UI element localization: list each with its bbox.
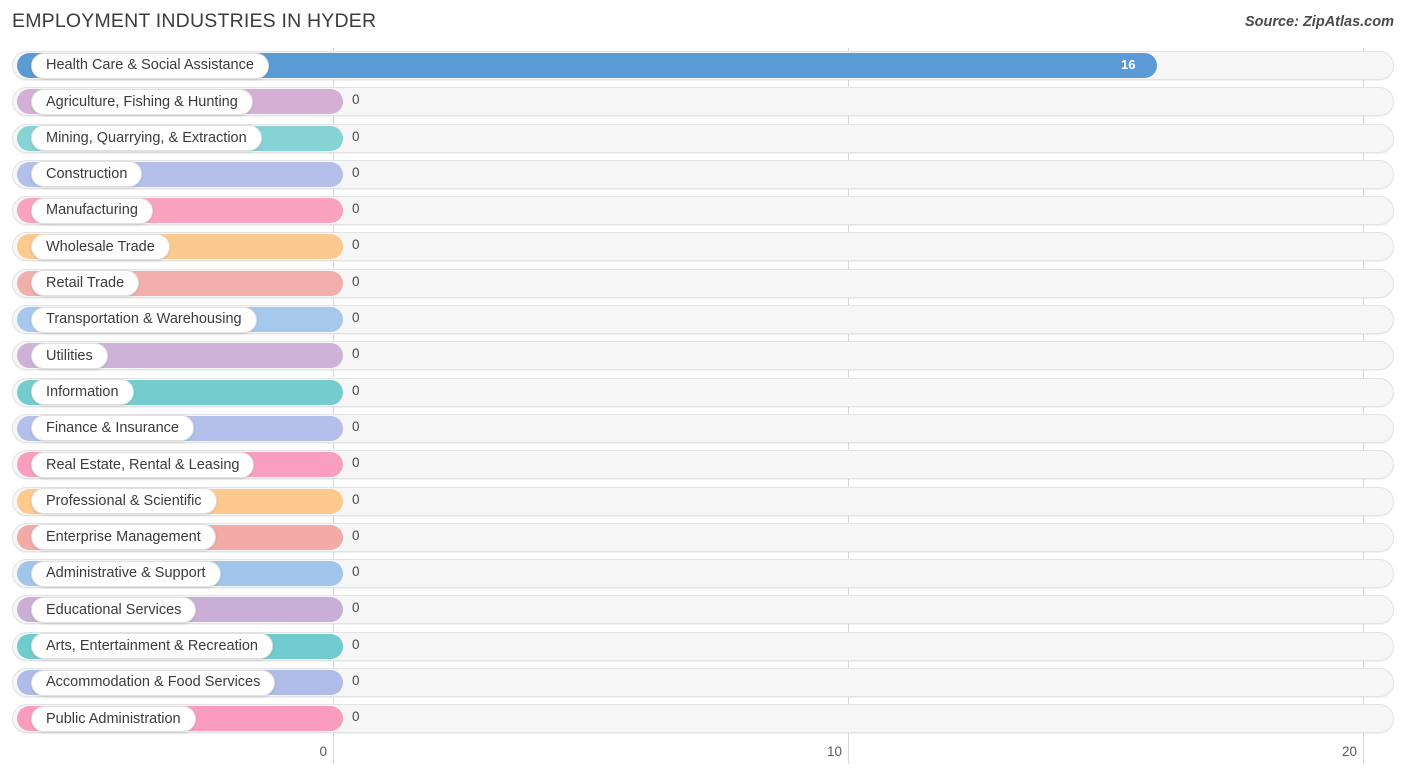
x-axis: 0 10 20 (0, 738, 1406, 776)
bar-value-label: 0 (352, 709, 360, 725)
table-row[interactable]: Agriculture, Fishing & Hunting 0 (0, 84, 1406, 120)
category-label-pill: Wholesale Trade (31, 233, 170, 260)
bar-rows: Health Care & Social Assistance 16 Agricul… (0, 48, 1406, 738)
table-row[interactable]: Transportation & Warehousing 0 (0, 302, 1406, 338)
category-label: Public Administration (46, 710, 181, 727)
category-label: Transportation & Warehousing (46, 311, 242, 328)
category-label-pill: Accommodation & Food Services (31, 669, 276, 696)
table-row[interactable]: Professional & Scientific 0 (0, 484, 1406, 520)
category-label: Manufacturing (46, 202, 138, 219)
table-row[interactable]: Arts, Entertainment & Recreation 0 (0, 629, 1406, 665)
axis-tick-mark (848, 738, 849, 764)
axis-tick-mark (333, 738, 334, 764)
bar-value-label: 16 (1121, 57, 1136, 72)
category-label-pill: Administrative & Support (31, 560, 221, 587)
category-label-pill: Transportation & Warehousing (31, 306, 257, 333)
category-label-pill: Mining, Quarrying, & Extraction (31, 125, 262, 152)
category-label-pill: Manufacturing (31, 197, 153, 224)
category-label: Wholesale Trade (46, 238, 155, 255)
category-label: Construction (46, 166, 128, 183)
category-label: Educational Services (46, 601, 182, 618)
category-label: Arts, Entertainment & Recreation (46, 638, 258, 654)
bar-value-label: 0 (352, 382, 360, 398)
category-label: Administrative & Support (46, 565, 206, 582)
table-row[interactable]: Accommodation & Food Services 0 (0, 665, 1406, 701)
source-attribution: Source: ZipAtlas.com (1244, 14, 1394, 30)
category-label: Professional & Scientific (46, 492, 202, 509)
table-row[interactable]: Information 0 (0, 375, 1406, 411)
axis-tick-label: 10 (826, 744, 842, 759)
category-label-pill: Enterprise Management (31, 524, 216, 551)
category-label: Utilities (46, 347, 93, 364)
bar-value-label: 0 (352, 237, 360, 253)
table-row[interactable]: Health Care & Social Assistance 16 (0, 48, 1406, 84)
category-label-pill: Educational Services (31, 596, 197, 623)
page-title: EMPLOYMENT INDUSTRIES IN HYDER (12, 10, 377, 32)
table-row[interactable]: Construction 0 (0, 157, 1406, 193)
category-label-pill: Real Estate, Rental & Leasing (31, 451, 255, 478)
table-row[interactable]: Mining, Quarrying, & Extraction 0 (0, 121, 1406, 157)
chart-plot-area: Health Care & Social Assistance 16 Agricul… (0, 48, 1406, 738)
category-label-pill: Professional & Scientific (31, 488, 217, 515)
table-row[interactable]: Finance & Insurance 0 (0, 411, 1406, 447)
table-row[interactable]: Administrative & Support 0 (0, 556, 1406, 592)
bar-value-label: 0 (352, 92, 360, 108)
table-row[interactable]: Manufacturing 0 (0, 193, 1406, 229)
category-label-pill: Information (31, 379, 134, 406)
bar-value-label: 0 (352, 491, 360, 507)
bar-value-label: 0 (352, 346, 360, 362)
table-row[interactable]: Wholesale Trade 0 (0, 229, 1406, 265)
category-label: Accommodation & Food Services (46, 674, 261, 691)
table-row[interactable]: Retail Trade 0 (0, 266, 1406, 302)
bar-value-label: 0 (352, 636, 360, 652)
table-row[interactable]: Public Administration 0 (0, 701, 1406, 737)
category-label-pill: Arts, Entertainment & Recreation (31, 633, 273, 660)
table-row[interactable]: Utilities 0 (0, 338, 1406, 374)
category-label-pill: Utilities (31, 342, 108, 369)
bar-value-label: 0 (352, 128, 360, 144)
bar-value-label: 0 (352, 673, 360, 689)
bar-value-label: 0 (352, 455, 360, 471)
category-label-pill: Construction (31, 161, 143, 188)
axis-tick-mark (1363, 738, 1364, 764)
category-label: Information (46, 383, 119, 400)
category-label: Finance & Insurance (46, 420, 179, 437)
bar-value-label: 0 (352, 201, 360, 217)
bar-value-label: 0 (352, 164, 360, 180)
category-label: Health Care & Social Assistance (46, 57, 254, 74)
category-label-pill: Health Care & Social Assistance (31, 52, 269, 79)
category-label-pill: Public Administration (31, 705, 196, 732)
category-label: Enterprise Management (46, 529, 201, 546)
chart-header: EMPLOYMENT INDUSTRIES IN HYDER Source: Z… (0, 0, 1406, 46)
category-label-pill: Retail Trade (31, 270, 140, 297)
bar-value-label: 0 (352, 310, 360, 326)
bar-value-label: 0 (352, 564, 360, 580)
category-label-pill: Agriculture, Fishing & Hunting (31, 88, 253, 115)
bar-value-label: 0 (352, 273, 360, 289)
axis-tick-label: 0 (319, 744, 327, 759)
table-row[interactable]: Enterprise Management 0 (0, 520, 1406, 556)
table-row[interactable]: Real Estate, Rental & Leasing 0 (0, 447, 1406, 483)
category-label-pill: Finance & Insurance (31, 415, 194, 442)
category-label: Mining, Quarrying, & Extraction (46, 129, 247, 146)
bar-value-label: 0 (352, 418, 360, 434)
bar-value-label: 0 (352, 600, 360, 616)
axis-tick-label: 20 (1341, 744, 1357, 759)
category-label: Real Estate, Rental & Leasing (46, 456, 240, 473)
table-row[interactable]: Educational Services 0 (0, 592, 1406, 628)
category-label: Retail Trade (46, 275, 125, 292)
category-label: Agriculture, Fishing & Hunting (46, 93, 238, 110)
bar-value-label: 0 (352, 527, 360, 543)
